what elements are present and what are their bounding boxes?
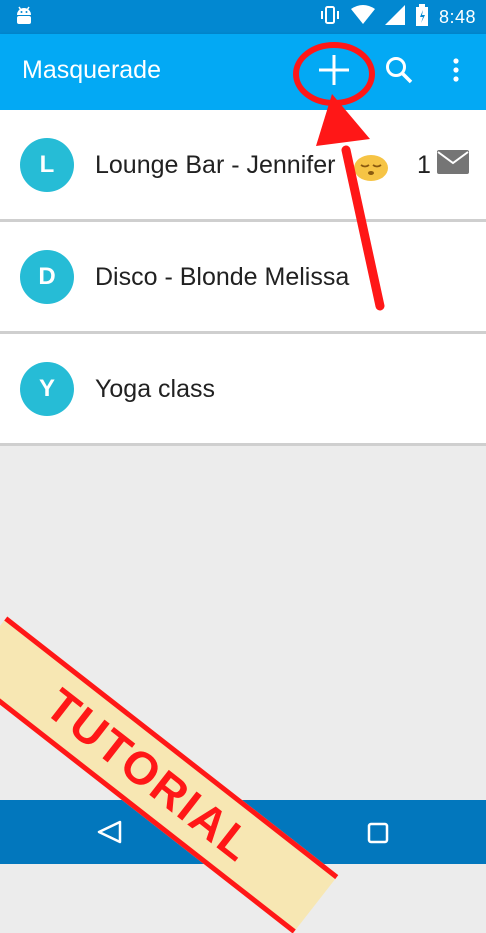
vibrate-icon — [319, 4, 341, 31]
overflow-menu-button[interactable] — [432, 48, 480, 96]
avatar: L — [20, 138, 74, 192]
more-vert-icon — [452, 57, 460, 88]
conversation-list: L Lounge Bar - Jennifer 1 D Disco - Blon… — [0, 110, 486, 446]
tutorial-banner: TUTORIAL — [0, 616, 339, 933]
add-button[interactable] — [310, 48, 358, 96]
plus-icon — [316, 52, 352, 93]
conversation-title: Yoga class — [95, 375, 215, 403]
app-title: Masquerade — [22, 56, 161, 84]
status-time: 8:48 — [438, 6, 476, 27]
conversation-item[interactable]: D Disco - Blonde Melissa — [0, 222, 486, 334]
wifi-icon — [350, 4, 375, 30]
sleeping-face-emoji-icon — [352, 150, 390, 187]
conversation-item[interactable]: Y Yoga class — [0, 334, 486, 446]
mail-icon — [436, 150, 469, 181]
conversation-item[interactable]: L Lounge Bar - Jennifer 1 — [0, 110, 486, 222]
avatar: Y — [20, 362, 74, 416]
search-icon — [384, 55, 414, 90]
recents-button-icon[interactable] — [367, 822, 389, 849]
signal-icon — [384, 4, 405, 30]
battery-icon — [415, 3, 429, 31]
conversation-title: Disco - Blonde Melissa — [95, 263, 350, 291]
unread-count: 1 — [417, 151, 431, 179]
conversation-title: Lounge Bar - Jennifer — [95, 151, 336, 179]
app-bar: Masquerade — [0, 34, 486, 110]
avatar: D — [20, 250, 74, 304]
back-button-icon[interactable] — [96, 820, 122, 849]
search-button[interactable] — [375, 48, 423, 96]
unread-indicator: 1 — [417, 150, 469, 181]
android-notification-icon — [14, 6, 34, 33]
status-bar: 8:48 — [0, 0, 486, 34]
